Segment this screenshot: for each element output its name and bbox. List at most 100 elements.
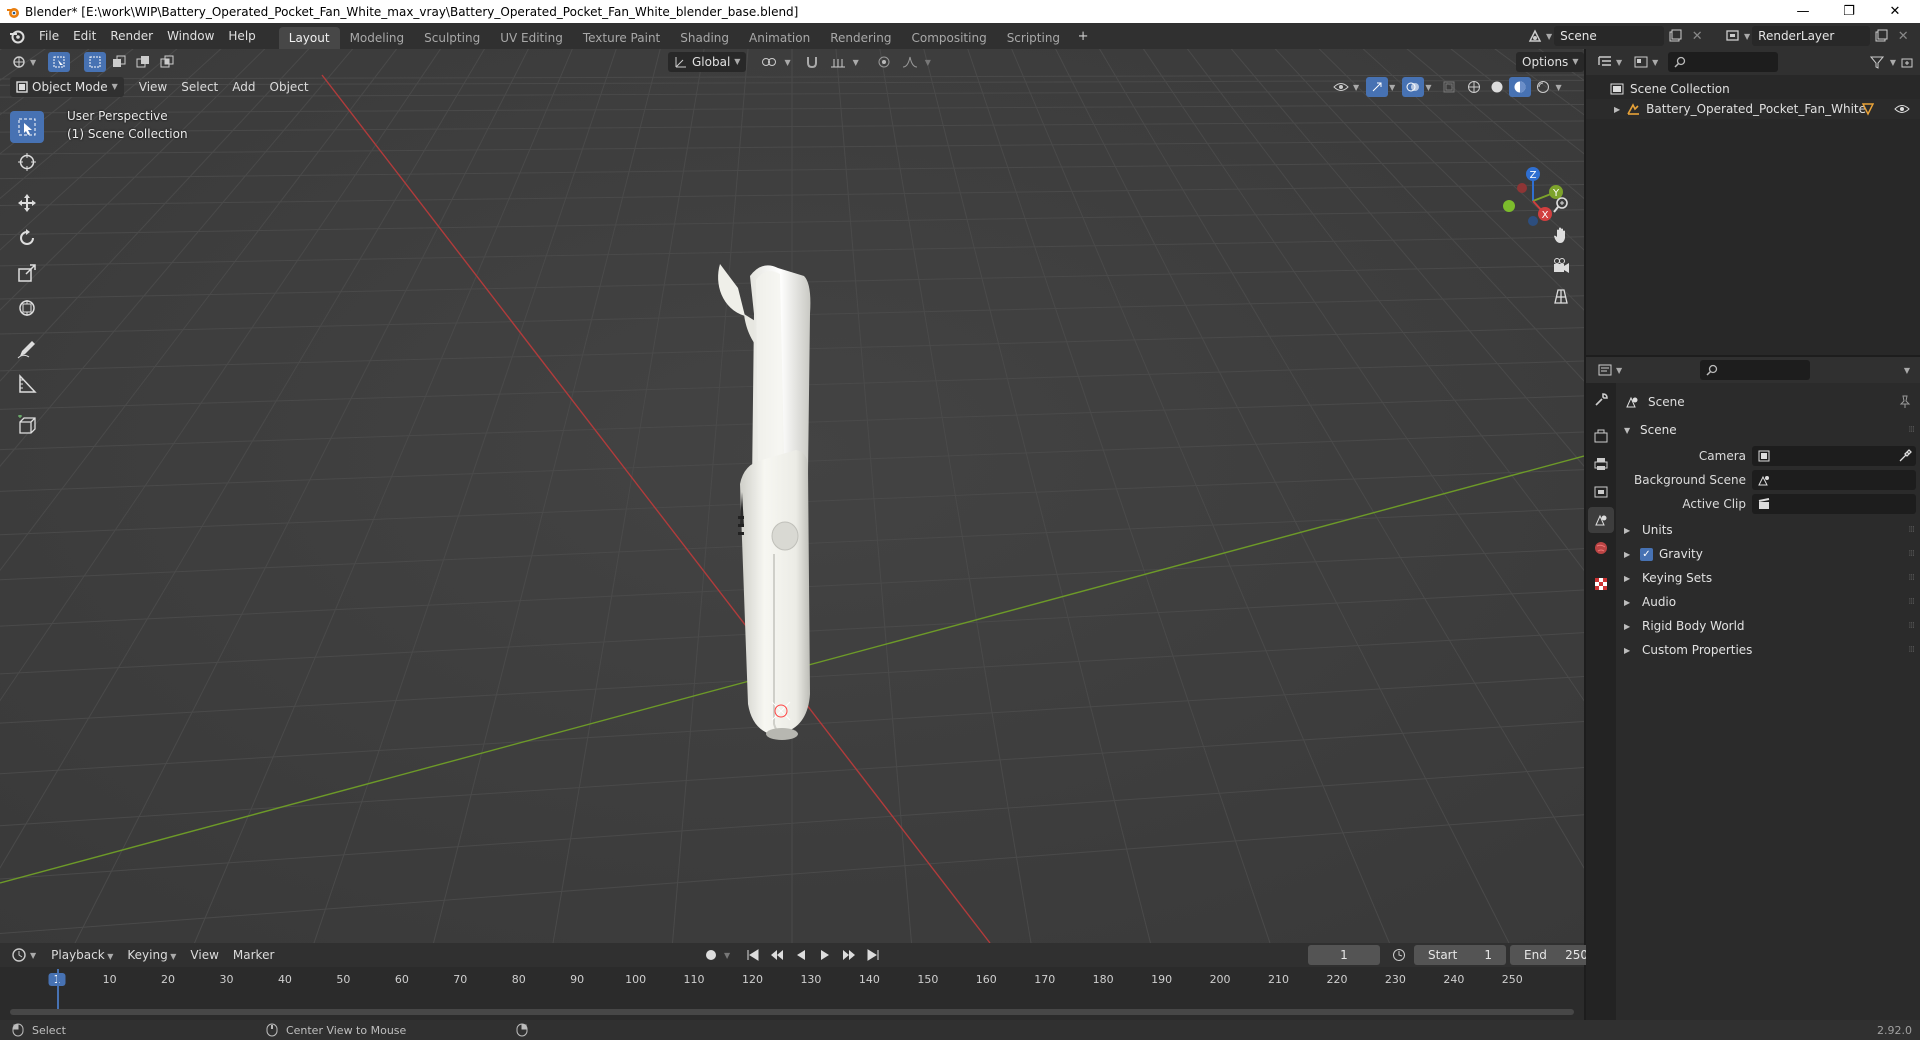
visibility-eye-icon[interactable]: [1894, 103, 1910, 115]
timeline-menu-keying[interactable]: Keying ▼: [120, 945, 183, 965]
pan-view-button[interactable]: [1547, 221, 1575, 249]
zoom-view-button[interactable]: [1547, 191, 1575, 219]
shading-wireframe-icon[interactable]: [1463, 77, 1485, 97]
tab-modeling[interactable]: Modeling: [340, 27, 415, 49]
3d-viewport[interactable]: ▼ Global ▼ ▼ ▼ ▼ Options ▼ Object Mode ▼…: [0, 49, 1584, 943]
panel-units[interactable]: ▶ Units ⁞⁞⁞: [1616, 519, 1920, 541]
drag-grip-icon[interactable]: ⁞⁞⁞: [1908, 573, 1915, 583]
cursor-tool[interactable]: [10, 146, 44, 178]
outliner-search-input[interactable]: [1668, 52, 1779, 72]
panel-custom-properties[interactable]: ▶ Custom Properties ⁞⁞⁞: [1616, 639, 1920, 661]
tab-rendering[interactable]: Rendering: [820, 27, 901, 49]
gizmo-toggle-icon[interactable]: [1366, 77, 1389, 97]
scene-browse-icon[interactable]: [1524, 26, 1546, 46]
tab-animation[interactable]: Animation: [739, 27, 820, 49]
tab-compositing[interactable]: Compositing: [901, 27, 996, 49]
object-mode-dropdown[interactable]: Object Mode ▼: [10, 77, 124, 97]
select-box-tool-icon[interactable]: [48, 52, 71, 72]
jump-to-end-icon[interactable]: [862, 945, 884, 965]
outliner-scene-collection-row[interactable]: Scene Collection: [1586, 79, 1920, 99]
properties-editor-type-icon[interactable]: [1594, 360, 1616, 380]
timeline-menu-playback[interactable]: Playback ▼: [44, 945, 120, 965]
transform-tool[interactable]: [10, 292, 44, 324]
scene-name-field[interactable]: Scene: [1554, 26, 1665, 46]
blender-menu-icon[interactable]: [6, 26, 28, 46]
overlays-toggle-icon[interactable]: [1402, 77, 1425, 97]
move-tool[interactable]: [10, 187, 44, 219]
viewport-menu-object[interactable]: Object: [263, 77, 316, 97]
menu-file[interactable]: File: [32, 25, 66, 47]
camera-view-button[interactable]: [1547, 252, 1575, 280]
jump-to-next-keyframe-icon[interactable]: [838, 945, 860, 965]
timeline-menu-marker[interactable]: Marker: [226, 945, 281, 965]
pin-icon[interactable]: [1898, 395, 1912, 409]
snap-toggle-icon[interactable]: [801, 52, 823, 72]
start-frame-field[interactable]: Start 1: [1414, 945, 1506, 965]
xray-toggle-icon[interactable]: [1438, 77, 1460, 97]
viewport-menu-select[interactable]: Select: [174, 77, 225, 97]
mode-extend-selection-icon[interactable]: [108, 52, 130, 72]
outliner-panel[interactable]: ▼ ▼ ▼ Scene Collection ▶ Battery_Operate…: [1586, 49, 1920, 355]
visibility-eye-icon[interactable]: [1330, 77, 1352, 97]
tab-scene[interactable]: [1588, 507, 1614, 533]
tab-view-layer[interactable]: [1588, 479, 1614, 505]
mode-new-selection-icon[interactable]: [84, 52, 107, 72]
tab-render[interactable]: [1588, 423, 1614, 449]
new-render-layer-icon[interactable]: [1870, 26, 1892, 46]
delete-scene-icon[interactable]: ✕: [1686, 26, 1708, 46]
mode-subtract-selection-icon[interactable]: [132, 52, 154, 72]
scale-tool[interactable]: [10, 257, 44, 289]
expand-arrow-icon[interactable]: ▶: [1614, 105, 1620, 114]
menu-edit[interactable]: Edit: [66, 25, 103, 47]
drag-grip-icon[interactable]: ⁞⁞⁞: [1908, 597, 1915, 607]
add-cube-tool[interactable]: [10, 409, 44, 441]
render-layer-browse-icon[interactable]: [1722, 26, 1744, 46]
jump-to-start-icon[interactable]: [742, 945, 764, 965]
pocket-fan-model[interactable]: [700, 254, 840, 754]
drag-grip-icon[interactable]: ⁞⁞⁞: [1908, 621, 1915, 631]
active-clip-field[interactable]: [1752, 494, 1916, 514]
tab-texture-paint[interactable]: Texture Paint: [573, 27, 670, 49]
tab-uv-editing[interactable]: UV Editing: [490, 27, 573, 49]
timeline-editor-type-icon[interactable]: [8, 945, 30, 965]
close-button[interactable]: ✕: [1872, 0, 1918, 23]
minimize-button[interactable]: —: [1780, 0, 1826, 23]
tab-scripting[interactable]: Scripting: [997, 27, 1070, 49]
panel-audio[interactable]: ▶ Audio ⁞⁞⁞: [1616, 591, 1920, 613]
jump-to-prev-keyframe-icon[interactable]: [766, 945, 788, 965]
background-scene-field[interactable]: [1752, 470, 1916, 490]
play-reverse-icon[interactable]: [790, 945, 812, 965]
record-keyframe-icon[interactable]: [700, 945, 722, 965]
menu-render[interactable]: Render: [103, 25, 160, 47]
timeline-editor[interactable]: ▼ Playback ▼ Keying ▼ View Marker ▼ 1 Start…: [0, 943, 1602, 1020]
timeline-scrollbar[interactable]: [10, 1009, 1574, 1015]
shading-rendered-icon[interactable]: [1532, 77, 1554, 97]
tab-shading[interactable]: Shading: [670, 27, 739, 49]
properties-editor[interactable]: ▼ ▼ Scene ▼ Scene ⁞⁞⁞ Camera Background …: [1586, 357, 1920, 1020]
properties-search-input[interactable]: [1700, 360, 1810, 380]
scene-panel-header[interactable]: ▼ Scene ⁞⁞⁞: [1616, 419, 1920, 441]
tab-tool[interactable]: [1588, 387, 1614, 413]
viewport-menu-add[interactable]: Add: [225, 77, 262, 97]
drag-grip-icon[interactable]: ⁞⁞⁞: [1908, 425, 1915, 435]
playhead-line[interactable]: [57, 969, 59, 1009]
new-scene-icon[interactable]: [1664, 26, 1686, 46]
render-layer-field[interactable]: RenderLayer: [1752, 26, 1871, 46]
panel-keying-sets[interactable]: ▶ Keying Sets ⁞⁞⁞: [1616, 567, 1920, 589]
tab-layout[interactable]: Layout: [278, 27, 340, 49]
annotate-tool[interactable]: [10, 333, 44, 365]
tab-texture[interactable]: [1588, 571, 1614, 597]
outliner-editor-type-icon[interactable]: [1594, 52, 1616, 72]
delete-render-layer-icon[interactable]: ✕: [1892, 26, 1914, 46]
viewport-menu-view[interactable]: View: [132, 77, 174, 97]
gravity-checkbox[interactable]: ✓: [1640, 547, 1653, 561]
new-collection-icon[interactable]: [1896, 52, 1918, 72]
play-icon[interactable]: [814, 945, 836, 965]
select-box-tool[interactable]: [10, 111, 44, 143]
preview-range-clock-icon[interactable]: [1388, 945, 1410, 965]
menu-window[interactable]: Window: [160, 25, 221, 47]
object-data-funnel-icon[interactable]: [1862, 102, 1874, 116]
current-frame-field[interactable]: 1: [1308, 945, 1380, 965]
timeline-menu-view[interactable]: View: [183, 945, 225, 965]
shading-material-icon[interactable]: [1509, 77, 1532, 97]
